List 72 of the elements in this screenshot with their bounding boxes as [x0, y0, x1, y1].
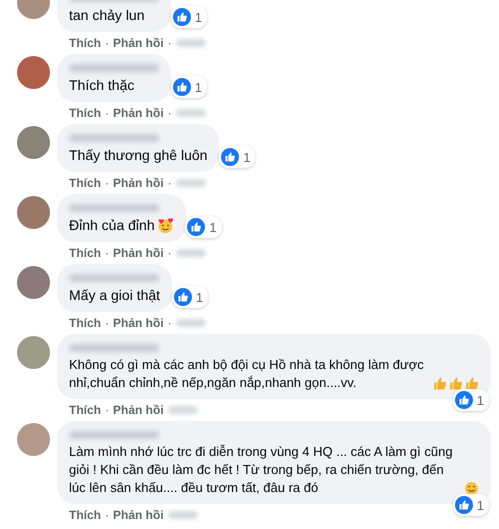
smiling-face-icon	[464, 481, 479, 496]
comment-text: Làm mình nhớ lúc trc đi diễn trong vùng 4 HQ ... các A làm gì cũng giỏi ! Khi cần đều làm đc hết ! Từ trong bếp, ra chiến trường, đến lúc lên sân khấu.... đều tươm tất, đâu ra đó	[69, 443, 454, 497]
avatar[interactable]	[17, 196, 50, 229]
reaction-badge[interactable]: 1	[219, 146, 256, 168]
like-count: 1	[243, 150, 250, 164]
like-count: 1	[196, 290, 204, 304]
thumbs-up-icon	[448, 376, 463, 391]
separator-dot: ·	[168, 316, 172, 330]
blurred-time	[176, 179, 206, 187]
separator-dot: ·	[168, 106, 172, 120]
comment-text: Mấy a gioi thật	[69, 286, 160, 305]
like-icon	[172, 78, 191, 96]
reply-link[interactable]: Phản hồi	[113, 403, 164, 417]
blurred-time	[176, 109, 206, 117]
separator-dot: ·	[105, 106, 109, 120]
blurred-time	[168, 511, 198, 519]
separator-dot: ·	[105, 403, 109, 417]
like-link[interactable]: Thích	[69, 106, 101, 120]
reply-link[interactable]: Phản hồi	[113, 36, 164, 50]
reaction-badge[interactable]: 1	[452, 494, 489, 516]
comment-text: Thích thặc	[69, 76, 134, 95]
thumbs-up-icon	[464, 376, 479, 391]
avatar[interactable]	[17, 126, 50, 159]
like-count: 1	[476, 392, 484, 408]
avatar[interactable]	[17, 266, 50, 299]
like-icon	[187, 218, 206, 236]
like-count: 1	[209, 220, 217, 234]
blurred-time	[176, 249, 206, 257]
separator-dot: ·	[168, 246, 172, 260]
like-icon	[174, 288, 192, 306]
comment-text: Không có gì mà các anh bộ đội cụ Hồ nhà ta không làm được nhỉ,chuẩn chỉnh,nề nếp,ngăn nắp,nhanh gọn....vv.	[69, 356, 425, 392]
like-icon	[221, 148, 240, 166]
reaction-badge[interactable]: 1	[170, 76, 207, 98]
separator-dot: ·	[105, 508, 109, 522]
like-link[interactable]: Thích	[69, 403, 101, 417]
like-link[interactable]: Thích	[69, 36, 101, 50]
avatar[interactable]	[17, 336, 50, 369]
blurred-time	[168, 406, 198, 414]
separator-dot: ·	[105, 246, 109, 260]
reaction-badge[interactable]: 1	[185, 216, 222, 238]
like-count: 1	[476, 498, 484, 512]
separator-dot: ·	[168, 36, 172, 50]
separator-dot: ·	[105, 316, 109, 330]
like-link[interactable]: Thích	[69, 316, 101, 330]
separator-dot: ·	[105, 36, 109, 50]
thumbs-up-icon	[432, 376, 447, 391]
smiling-face-hearts-icon	[156, 217, 174, 234]
like-icon	[172, 8, 191, 26]
comment-text: Thấy thương ghê luôn	[69, 146, 208, 165]
separator-dot: ·	[105, 176, 109, 190]
reaction-badge[interactable]: 1	[452, 389, 489, 411]
comment-text: Đỉnh của đỉnh	[69, 216, 155, 235]
blurred-time	[176, 319, 206, 327]
reply-link[interactable]: Phản hồi	[113, 246, 164, 260]
like-link[interactable]: Thích	[69, 176, 101, 190]
reply-link[interactable]: Phản hồi	[113, 508, 164, 522]
comment-text: tan chảy lun	[69, 6, 144, 25]
reply-link[interactable]: Phản hồi	[113, 316, 164, 330]
like-icon	[454, 496, 473, 514]
avatar[interactable]	[17, 56, 50, 89]
separator-dot: ·	[168, 176, 172, 190]
avatar[interactable]	[17, 423, 50, 456]
reaction-badge[interactable]: 1	[170, 6, 207, 28]
like-link[interactable]: Thích	[69, 246, 101, 260]
blurred-time	[176, 39, 206, 47]
like-link[interactable]: Thích	[69, 508, 101, 522]
reaction-badge[interactable]: 1	[172, 286, 208, 308]
like-count: 1	[194, 10, 202, 24]
like-count: 1	[194, 80, 202, 94]
reply-link[interactable]: Phản hồi	[113, 106, 164, 120]
like-icon	[454, 391, 473, 409]
reply-link[interactable]: Phản hồi	[113, 176, 164, 190]
